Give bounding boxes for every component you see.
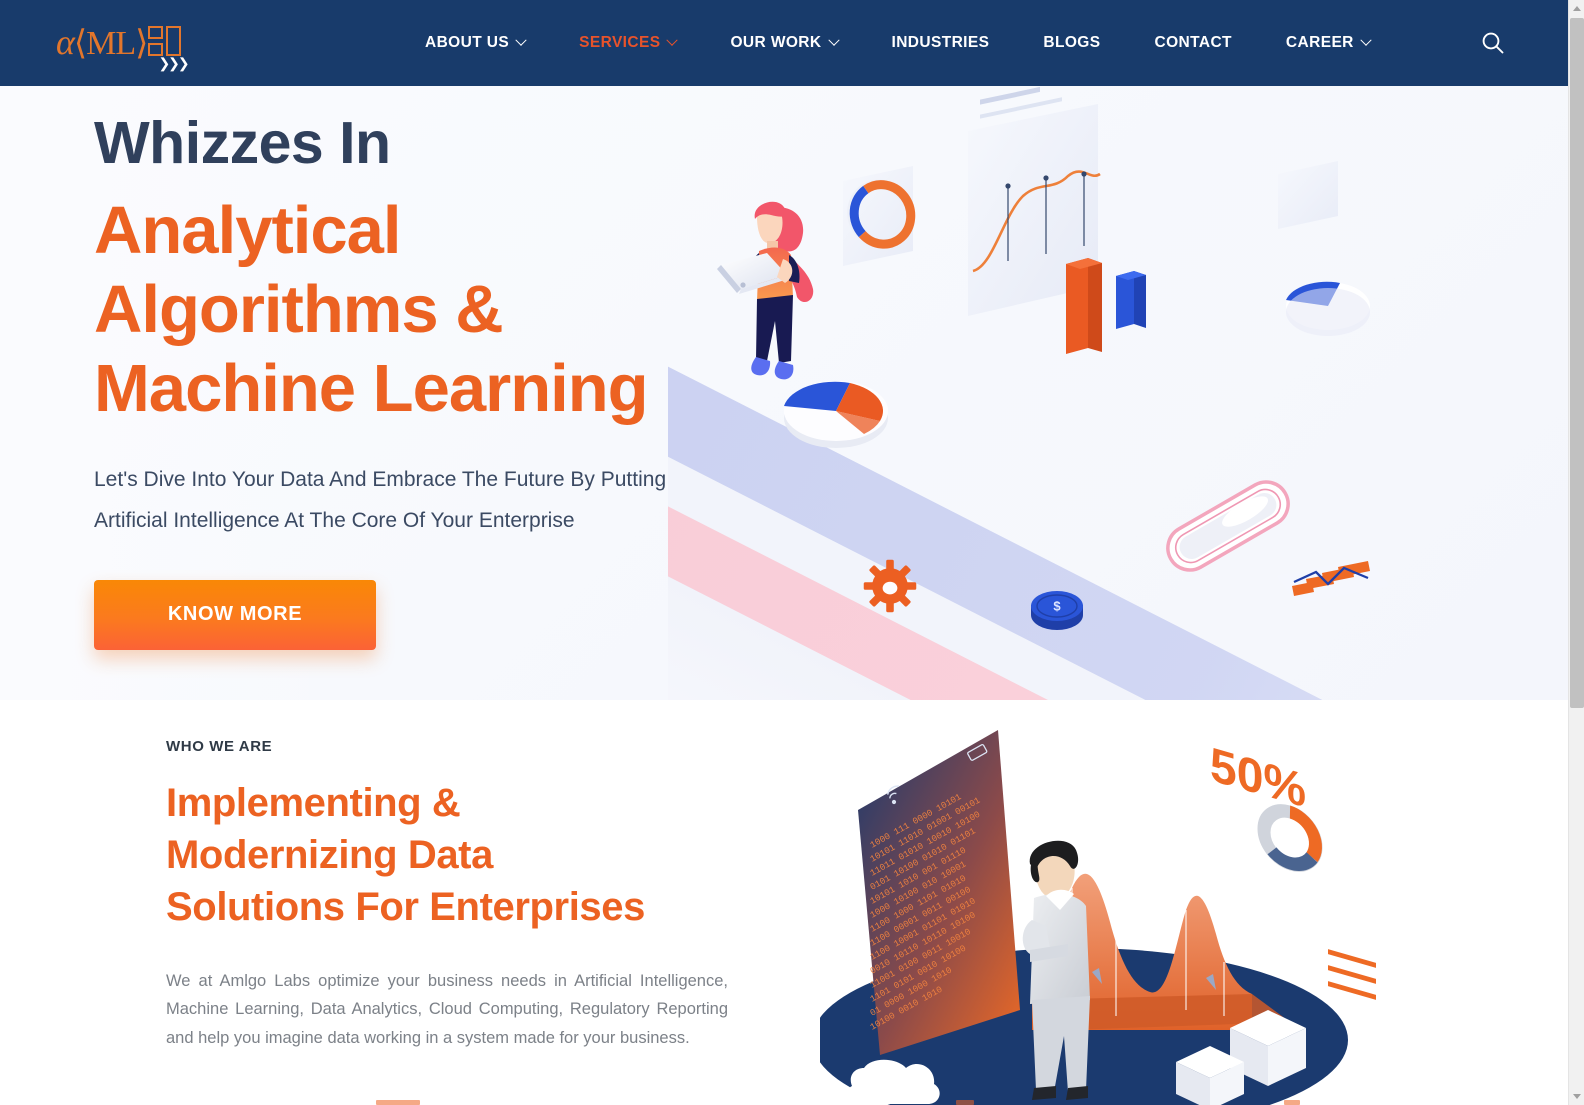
nav-item-our-work[interactable]: OUR WORK xyxy=(703,0,864,86)
hero-headline-line-2: Algorithms & xyxy=(94,271,504,347)
who-legend-lines xyxy=(1328,949,1376,1000)
top-navigation-bar: α⟨ML⟩ ❯❯❯ ABOUT US SERVICES OUR WORK IND… xyxy=(0,0,1568,86)
hero-capsule-shape xyxy=(1166,480,1290,572)
svg-text:$: $ xyxy=(1053,599,1061,614)
who-donut-chart xyxy=(1257,804,1323,872)
logo-wordmark: α⟨ML⟩ xyxy=(56,21,148,62)
scroll-up-arrow-icon[interactable] xyxy=(1569,0,1584,17)
nav-item-services[interactable]: SERVICES xyxy=(552,0,703,86)
hero-headline-line-1: Analytical xyxy=(94,192,402,268)
nav-item-about-us[interactable]: ABOUT US xyxy=(398,0,552,86)
logo-blocks-icon: ❯❯❯ xyxy=(148,26,190,70)
nav-label-contact: CONTACT xyxy=(1154,34,1232,51)
main-menu: ABOUT US SERVICES OUR WORK INDUSTRIES BL… xyxy=(398,0,1397,86)
nav-item-contact[interactable]: CONTACT xyxy=(1128,0,1259,86)
who-we-are-section: WHO WE ARE Implementing & Modernizing Da… xyxy=(0,700,1568,1105)
hero-subtitle-line-1: Let's Dive Into Your Data And Embrace Th… xyxy=(94,468,667,492)
chevron-down-icon xyxy=(515,34,527,46)
scrollbar-thumb[interactable] xyxy=(1570,18,1584,708)
who-title-line-1: Implementing & xyxy=(166,781,461,825)
nav-item-blogs[interactable]: BLOGS xyxy=(1016,0,1127,86)
who-title-line-3: Solutions For Enterprises xyxy=(166,885,645,929)
hero-small-card xyxy=(1278,161,1338,229)
logo-chevrons-icon: ❯❯❯ xyxy=(158,55,189,71)
hero-subtitle: Let's Dive Into Your Data And Embrace Th… xyxy=(94,460,854,542)
who-we-are-eyebrow: WHO WE ARE xyxy=(166,738,273,755)
who-we-are-title: Implementing & Modernizing Data Solution… xyxy=(166,777,746,933)
who-we-are-copy: WHO WE ARE Implementing & Modernizing Da… xyxy=(166,738,746,1052)
who-we-are-body: We at Amlgo Labs optimize your business … xyxy=(166,972,728,1047)
know-more-button[interactable]: KNOW MORE xyxy=(94,579,376,650)
chevron-down-icon xyxy=(1360,34,1372,46)
vertical-scrollbar[interactable] xyxy=(1568,0,1584,1105)
hero-bar-chart-3d xyxy=(1066,258,1146,354)
hero-headline-line-3: Machine Learning xyxy=(94,351,649,427)
hero-subtitle-line-2: Artificial Intelligence At The Core Of Y… xyxy=(94,509,575,533)
nav-label-blogs: BLOGS xyxy=(1043,34,1101,51)
nav-label-our-work: OUR WORK xyxy=(730,34,822,51)
hero-mini-bar-card xyxy=(1276,558,1390,604)
next-section-peek xyxy=(166,1099,1366,1105)
hero-headline-main: Analytical Algorithms & Machine Learning xyxy=(94,191,894,428)
scroll-down-arrow-icon[interactable] xyxy=(1569,1088,1584,1105)
who-we-are-illustration: 1000 111 0000 10101 10101 11010 01001 00… xyxy=(812,710,1380,1105)
nav-label-career: CAREER xyxy=(1285,34,1354,51)
nav-label-industries: INDUSTRIES xyxy=(891,34,990,51)
who-title-line-2: Modernizing Data xyxy=(166,833,493,877)
chevron-down-icon xyxy=(666,34,679,46)
hero-headline-top: Whizzes In xyxy=(94,110,391,176)
search-icon[interactable] xyxy=(1480,30,1506,56)
nav-item-career[interactable]: CAREER xyxy=(1259,0,1397,86)
hero-coin-icon: $ xyxy=(1031,591,1083,630)
nav-label-about-us: ABOUT US xyxy=(425,34,510,51)
hero-copy-block: Whizzes In Analytical Algorithms & Machi… xyxy=(94,110,894,650)
hero-pie-right xyxy=(1286,281,1370,336)
site-logo[interactable]: α⟨ML⟩ ❯❯❯ xyxy=(56,18,196,71)
page-viewport: α⟨ML⟩ ❯❯❯ ABOUT US SERVICES OUR WORK IND… xyxy=(0,0,1568,1105)
nav-item-industries[interactable]: INDUSTRIES xyxy=(865,0,1017,86)
chevron-down-icon xyxy=(827,34,840,46)
who-binary-screen: 1000 111 0000 10101 10101 11010 01001 00… xyxy=(858,730,1020,1055)
nav-label-services: SERVICES xyxy=(579,34,661,51)
hero-section: $ Whizzes In Analytical Algorithms & Mac… xyxy=(0,86,1568,700)
